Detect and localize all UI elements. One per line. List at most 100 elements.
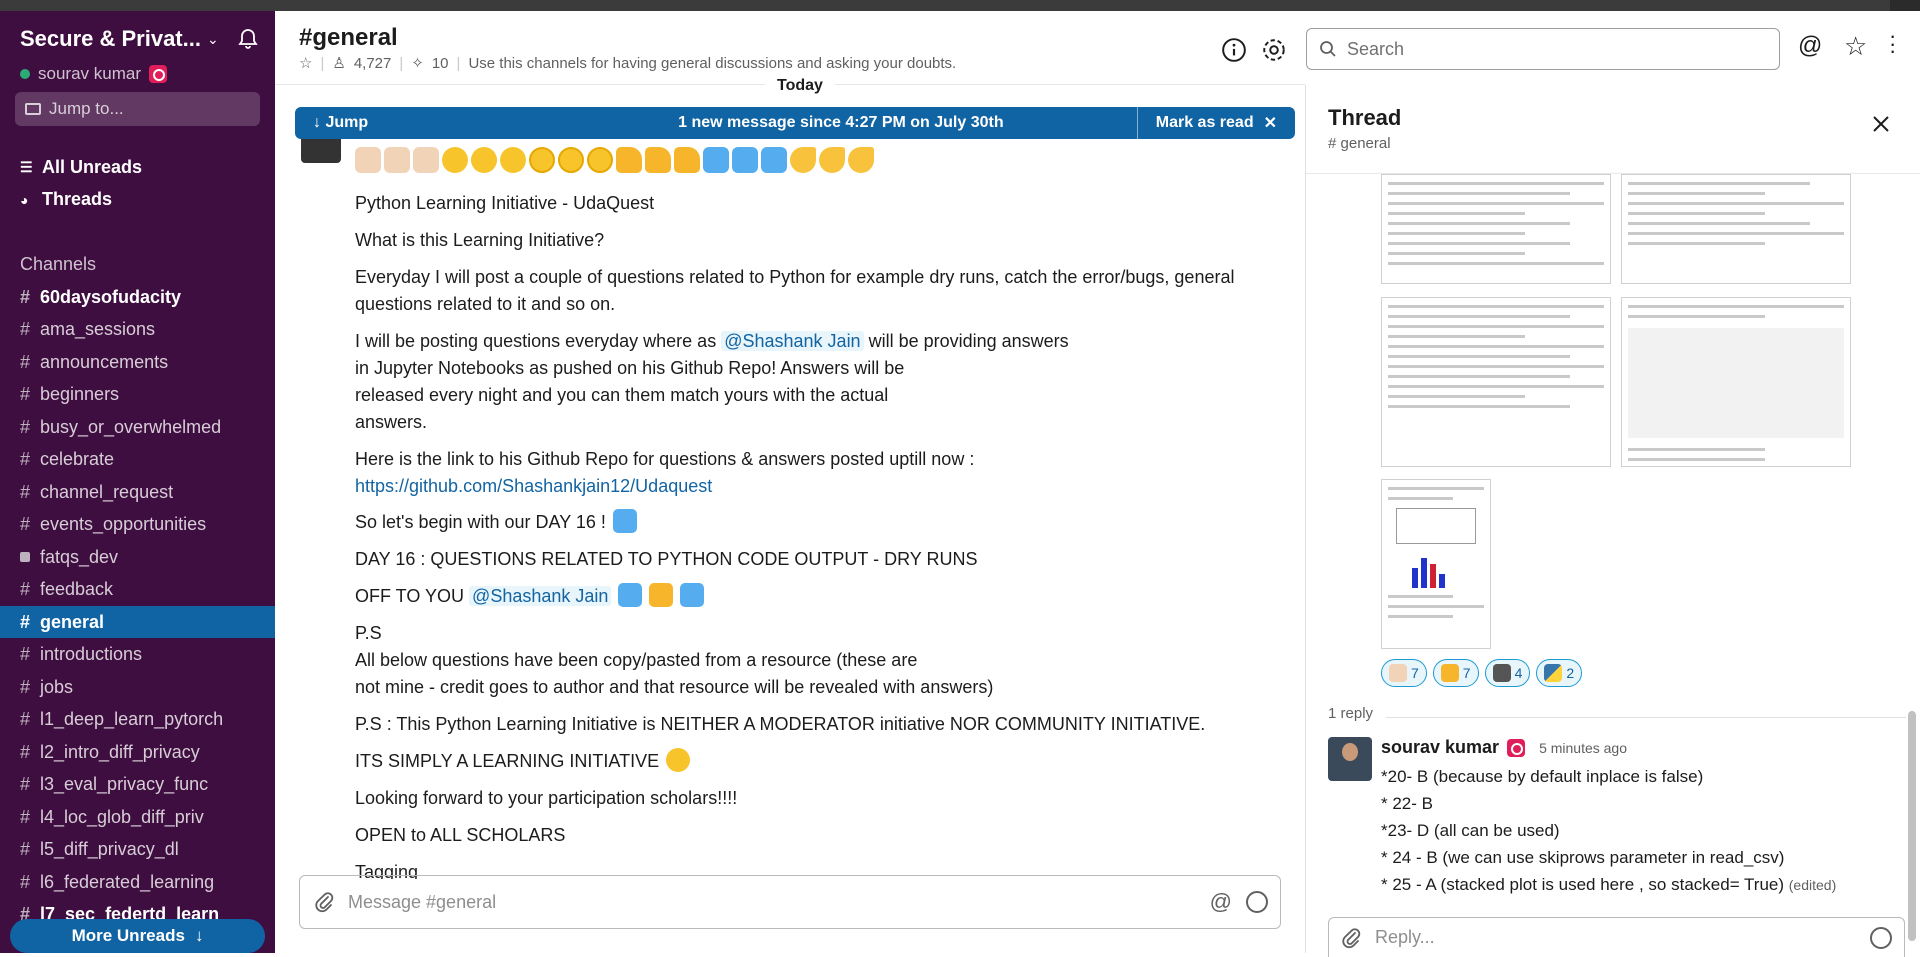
sidebar-item-l3_eval_privacy_func[interactable]: # l3_eval_privacy_func xyxy=(0,769,275,801)
star-icon[interactable]: ☆ xyxy=(1844,31,1867,62)
grin-icon xyxy=(666,748,691,772)
thread-channel[interactable]: # general xyxy=(1328,135,1391,152)
smile-icon xyxy=(500,147,526,173)
user-mention[interactable]: @Shashank Jain xyxy=(721,331,864,351)
message-paragraph: OFF TO YOU @Shashank Jain xyxy=(355,583,1275,610)
channels-header[interactable]: Channels xyxy=(20,254,96,275)
reply-composer[interactable]: Reply... xyxy=(1328,917,1905,957)
reaction-count: 7 xyxy=(1411,665,1419,681)
message-composer[interactable]: Message #general @ xyxy=(299,875,1281,929)
user-mention[interactable]: @Shashank Jain xyxy=(469,586,612,606)
current-user[interactable]: sourav kumar xyxy=(20,64,167,84)
sidebar-item-feedback[interactable]: # feedback xyxy=(0,574,275,606)
sidebar-item-all-unreads[interactable]: ☰ All Unreads xyxy=(20,157,142,178)
sidebar-item-l2_intro_diff_privacy[interactable]: # l2_intro_diff_privacy xyxy=(0,736,275,768)
reaction-thumbsup[interactable]: 7 xyxy=(1432,659,1479,687)
message-text: will be providing answers xyxy=(863,331,1069,351)
hash-icon: # xyxy=(20,676,31,697)
mark-as-read-button[interactable]: Mark as read ✕ xyxy=(1136,107,1295,139)
reply-timestamp[interactable]: 5 minutes ago xyxy=(1539,740,1627,756)
sidebar-item-ama_sessions[interactable]: # ama_sessions xyxy=(0,314,275,346)
emoji-icon[interactable] xyxy=(1246,891,1268,913)
sidebar-item-threads[interactable]: ◕ Threads xyxy=(20,189,112,210)
thumbsup-icon xyxy=(674,147,700,173)
reactions: 7 7 4 2 xyxy=(1381,659,1583,687)
all-unreads-label: All Unreads xyxy=(42,157,143,177)
star-icon[interactable]: ☆ xyxy=(299,54,312,72)
message-paragraph: I will be posting questions everyday whe… xyxy=(355,328,1275,436)
more-unreads-button[interactable]: More Unreads ↓ xyxy=(10,919,265,953)
members-icon[interactable]: ♙ xyxy=(332,54,345,72)
image-attachment[interactable] xyxy=(1381,174,1611,284)
message-text: answers. xyxy=(355,412,428,432)
reply-author[interactable]: sourav kumar xyxy=(1381,737,1499,758)
hash-icon: # xyxy=(20,611,31,632)
hash-icon: # xyxy=(20,839,31,859)
image-attachment[interactable] xyxy=(1621,297,1851,467)
sidebar-item-introductions[interactable]: # introductions xyxy=(0,639,275,671)
pin-icon[interactable]: ✧ xyxy=(411,54,424,72)
message-input[interactable]: Message #general xyxy=(348,892,1196,913)
member-count[interactable]: 4,727 xyxy=(354,55,392,72)
image-attachment[interactable] xyxy=(1381,297,1611,467)
channel-name: l1_deep_learn_pytorch xyxy=(40,709,224,729)
image-attachment[interactable] xyxy=(1381,479,1491,649)
sidebar-item-announcements[interactable]: # announcements xyxy=(0,346,275,378)
sidebar-item-channel_request[interactable]: # channel_request xyxy=(0,476,275,508)
reply-line: *23- D (all can be used) xyxy=(1381,821,1560,840)
clap-icon xyxy=(384,147,410,173)
channel-topic[interactable]: Use this channels for having general dis… xyxy=(468,55,956,72)
paperclip-icon[interactable] xyxy=(1341,927,1361,949)
search-input[interactable]: Search xyxy=(1347,39,1404,60)
sidebar-item-l1_deep_learn_pytorch[interactable]: # l1_deep_learn_pytorch xyxy=(0,704,275,736)
reply-input[interactable]: Reply... xyxy=(1375,927,1856,948)
more-options-icon[interactable]: · · · xyxy=(1889,24,1896,61)
channel-title[interactable]: #general xyxy=(299,24,398,52)
thread-scrollbar[interactable] xyxy=(1908,711,1916,941)
new-messages-text[interactable]: 1 new message since 4:27 PM on July 30th xyxy=(545,114,1137,132)
sidebar-item-l4_loc_glob_diff_priv[interactable]: # l4_loc_glob_diff_priv xyxy=(0,801,275,833)
reaction-laptop[interactable]: 4 xyxy=(1484,659,1531,687)
hash-icon: # xyxy=(20,871,31,892)
sidebar-item-beginners[interactable]: # beginners xyxy=(0,379,275,411)
close-icon[interactable] xyxy=(1872,115,1890,133)
threads-icon: ◕ xyxy=(20,191,29,208)
sidebar-item-busy_or_overwhelmed[interactable]: # busy_or_overwhelmed xyxy=(0,411,275,443)
mentions-icon[interactable]: @ xyxy=(1798,32,1822,60)
jump-button[interactable]: ↓ Jump xyxy=(295,114,545,132)
pin-count[interactable]: 10 xyxy=(432,55,449,72)
avatar[interactable] xyxy=(1328,737,1372,781)
channel-name: fatqs_dev xyxy=(40,546,119,567)
avatar[interactable] xyxy=(301,139,341,163)
sidebar-item-l6_federated_learning[interactable]: # l6_federated_learning xyxy=(0,866,275,898)
emoji-icon[interactable] xyxy=(1870,926,1892,949)
sidebar-item-general[interactable]: # general xyxy=(0,606,275,638)
sidebar-item-events_opportunities[interactable]: # events_opportunities xyxy=(0,509,275,541)
sidebar-item-60daysofudacity[interactable]: #60daysofudacity xyxy=(0,281,275,313)
sidebar-item-l5_diff_privacy_dl[interactable]: # l5_diff_privacy_dl xyxy=(0,834,275,866)
bell-icon[interactable] xyxy=(236,27,260,51)
thumbsup-icon xyxy=(645,147,671,173)
reply-count: 1 reply xyxy=(1328,705,1374,722)
search-box[interactable]: Search xyxy=(1306,28,1780,70)
jump-to-button[interactable]: Jump to... xyxy=(15,92,260,126)
gear-icon[interactable] xyxy=(1261,37,1287,63)
reaction-python[interactable]: 2 xyxy=(1536,659,1583,687)
sidebar-item-jobs[interactable]: # jobs xyxy=(0,671,275,703)
image-attachment[interactable] xyxy=(1621,174,1851,284)
hash-icon: # xyxy=(20,774,31,794)
channel-name: ama_sessions xyxy=(40,319,156,339)
moon-icon xyxy=(790,147,816,173)
moon-icon xyxy=(819,147,845,173)
message-line: Everyday I will post a couple of questio… xyxy=(355,267,1235,314)
workspace-switcher[interactable]: Secure & Privat... ⌄ xyxy=(20,25,260,53)
reply-line: *20- B (because by default inplace is fa… xyxy=(1381,767,1704,786)
info-icon[interactable] xyxy=(1221,37,1247,63)
paperclip-icon[interactable] xyxy=(314,891,334,913)
reaction-clap[interactable]: 7 xyxy=(1381,659,1427,687)
hash-icon: # xyxy=(20,514,31,534)
sidebar-item-celebrate[interactable]: # celebrate xyxy=(0,444,275,476)
github-link[interactable]: https://github.com/Shashankjain12/Udaque… xyxy=(355,476,712,496)
mention-icon[interactable]: @ xyxy=(1210,889,1232,915)
sidebar-item-fatqs_dev[interactable]: fatqs_dev xyxy=(0,541,275,573)
